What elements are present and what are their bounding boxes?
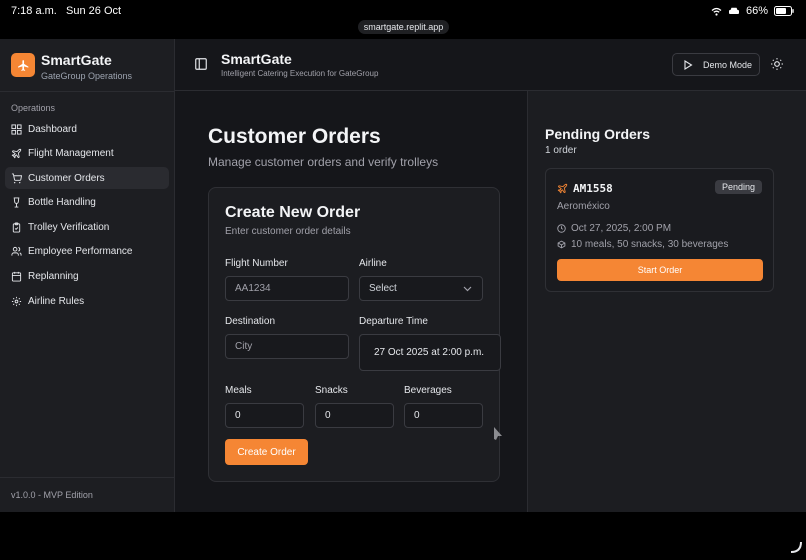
create-order-card: Create New Order Enter customer order de… (208, 187, 501, 482)
pending-orders-title: Pending Orders (545, 126, 651, 142)
brand: SmartGate GateGroup Operations (11, 53, 132, 81)
order-departure: Oct 27, 2025, 2:00 PM (571, 223, 672, 234)
sidebar-item-customer-orders[interactable]: Customer Orders (5, 167, 169, 190)
order-card[interactable]: AM1558 Pending Aeroméxico Oct 27, 2025, … (545, 168, 774, 292)
sidebar-item-label: Bottle Handling (28, 197, 96, 209)
meals-input[interactable]: 0 (225, 403, 304, 428)
wine-icon (13, 197, 20, 208)
sidebar-item-dashboard[interactable]: Dashboard (5, 118, 169, 140)
sidebar-item-flight-management[interactable]: Flight Management (5, 143, 169, 165)
sidebar-item-label: Employee Performance (28, 246, 133, 258)
beverages-label: Beverages (404, 385, 452, 396)
sidebar-divider (0, 91, 175, 92)
destination-input[interactable]: City (225, 334, 349, 359)
grid-icon (11, 123, 22, 135)
header-subtitle: Intelligent Catering Execution for GateG… (221, 69, 379, 78)
sidebar-toggle-icon[interactable] (194, 57, 208, 71)
sidebar-item-trolley-verification[interactable]: Trolley Verification (5, 216, 169, 238)
battery-icon (774, 6, 794, 16)
brand-name: SmartGate (41, 52, 112, 68)
beverages-input[interactable]: 0 (404, 403, 483, 428)
snacks-value: 0 (325, 410, 331, 421)
card-title: Create New Order (225, 204, 361, 221)
package-icon (557, 240, 566, 249)
brand-subtitle: GateGroup Operations (41, 71, 133, 81)
sidebar-item-label: Trolley Verification (28, 221, 110, 233)
pointer-cursor-icon (494, 427, 502, 440)
status-indicators: 66% (711, 5, 794, 17)
users-icon (11, 247, 22, 257)
calendar-icon (11, 271, 22, 282)
plane-logo-icon (11, 53, 35, 77)
car-icon (728, 7, 739, 14)
page-title: Customer Orders (208, 125, 381, 148)
snacks-label: Snacks (315, 385, 348, 396)
sidebar-item-replanning[interactable]: Replanning (5, 266, 169, 288)
order-items-row: 10 meals, 50 snacks, 30 beverages (557, 239, 728, 250)
sidebar-item-airline-rules[interactable]: Airline Rules (5, 290, 169, 312)
order-flight-number: AM1558 (573, 182, 613, 195)
plane-icon (557, 183, 568, 194)
flight-number-input[interactable]: AA1234 (225, 276, 349, 301)
sidebar-item-employee-performance[interactable]: Employee Performance (5, 241, 169, 263)
top-header: SmartGate Intelligent Catering Execution… (175, 39, 806, 91)
battery-percent: 66% (745, 5, 768, 17)
gear-icon (11, 296, 22, 306)
clock-icon (557, 224, 566, 233)
beverages-value: 0 (414, 410, 420, 421)
main-content: SmartGate Intelligent Catering Execution… (175, 39, 806, 512)
departure-time-label: Departure Time (359, 316, 428, 327)
meals-value: 0 (235, 410, 241, 421)
sidebar-section-label: Operations (11, 103, 56, 113)
order-airline: Aeroméxico (557, 201, 610, 212)
airline-select[interactable]: Select (359, 276, 483, 301)
url-text: smartgate.replit.app (363, 22, 444, 32)
sidebar-item-label: Customer Orders (28, 172, 105, 184)
sidebar: SmartGate GateGroup Operations Operation… (0, 39, 175, 512)
sidebar-item-label: Replanning (28, 271, 79, 283)
version-label: v1.0.0 - MVP Edition (11, 490, 93, 500)
pending-orders-panel: Pending Orders 1 order AM1558 Pending Ae… (527, 91, 806, 512)
wifi-icon (711, 7, 722, 16)
destination-placeholder: City (235, 341, 253, 352)
sidebar-item-label: Dashboard (28, 123, 77, 135)
corner-handle-icon (790, 541, 802, 553)
meals-label: Meals (225, 385, 252, 396)
page-subtitle: Manage customer orders and verify trolle… (208, 155, 439, 169)
order-departure-row: Oct 27, 2025, 2:00 PM (557, 223, 671, 234)
plane-icon (11, 148, 22, 159)
status-time: 7:18 a.m. Sun 26 Oct (11, 5, 122, 17)
sidebar-item-label: Flight Management (28, 148, 114, 160)
chevron-down-icon (463, 286, 472, 291)
demo-mode-button[interactable]: Demo Mode (672, 53, 760, 76)
start-order-button[interactable]: Start Order (557, 259, 763, 281)
create-order-button[interactable]: Create Order (225, 439, 308, 465)
departure-time-input[interactable]: 27 Oct 2025 at 2:00 p.m. (359, 334, 501, 371)
airline-select-value: Select (369, 283, 397, 294)
url-bar[interactable]: smartgate.replit.app (358, 20, 449, 34)
cart-icon (11, 173, 22, 183)
sidebar-item-bottle-handling[interactable]: Bottle Handling (5, 192, 169, 214)
snacks-input[interactable]: 0 (315, 403, 394, 428)
sidebar-nav: Dashboard Flight Management Customer Ord… (5, 118, 169, 315)
card-subtitle: Enter customer order details (225, 226, 351, 237)
departure-time-value: 27 Oct 2025 at 2:00 p.m. (374, 347, 485, 358)
clipboard-check-icon (12, 222, 21, 233)
play-icon (684, 59, 693, 70)
demo-mode-label: Demo Mode (703, 59, 753, 70)
flight-number-placeholder: AA1234 (235, 283, 271, 294)
status-bar: 7:18 a.m. Sun 26 Oct 66% (0, 0, 806, 20)
header-title: SmartGate (221, 51, 292, 67)
destination-label: Destination (225, 316, 276, 327)
sidebar-footer-divider (0, 477, 175, 478)
pending-orders-count: 1 order (545, 145, 577, 156)
order-items: 10 meals, 50 snacks, 30 beverages (571, 239, 729, 250)
sun-icon[interactable] (770, 57, 784, 71)
sidebar-item-label: Airline Rules (28, 295, 85, 307)
app-window: SmartGate GateGroup Operations Operation… (0, 39, 806, 512)
flight-number-label: Flight Number (225, 258, 288, 269)
airline-label: Airline (359, 258, 387, 269)
status-badge: Pending (715, 180, 762, 194)
